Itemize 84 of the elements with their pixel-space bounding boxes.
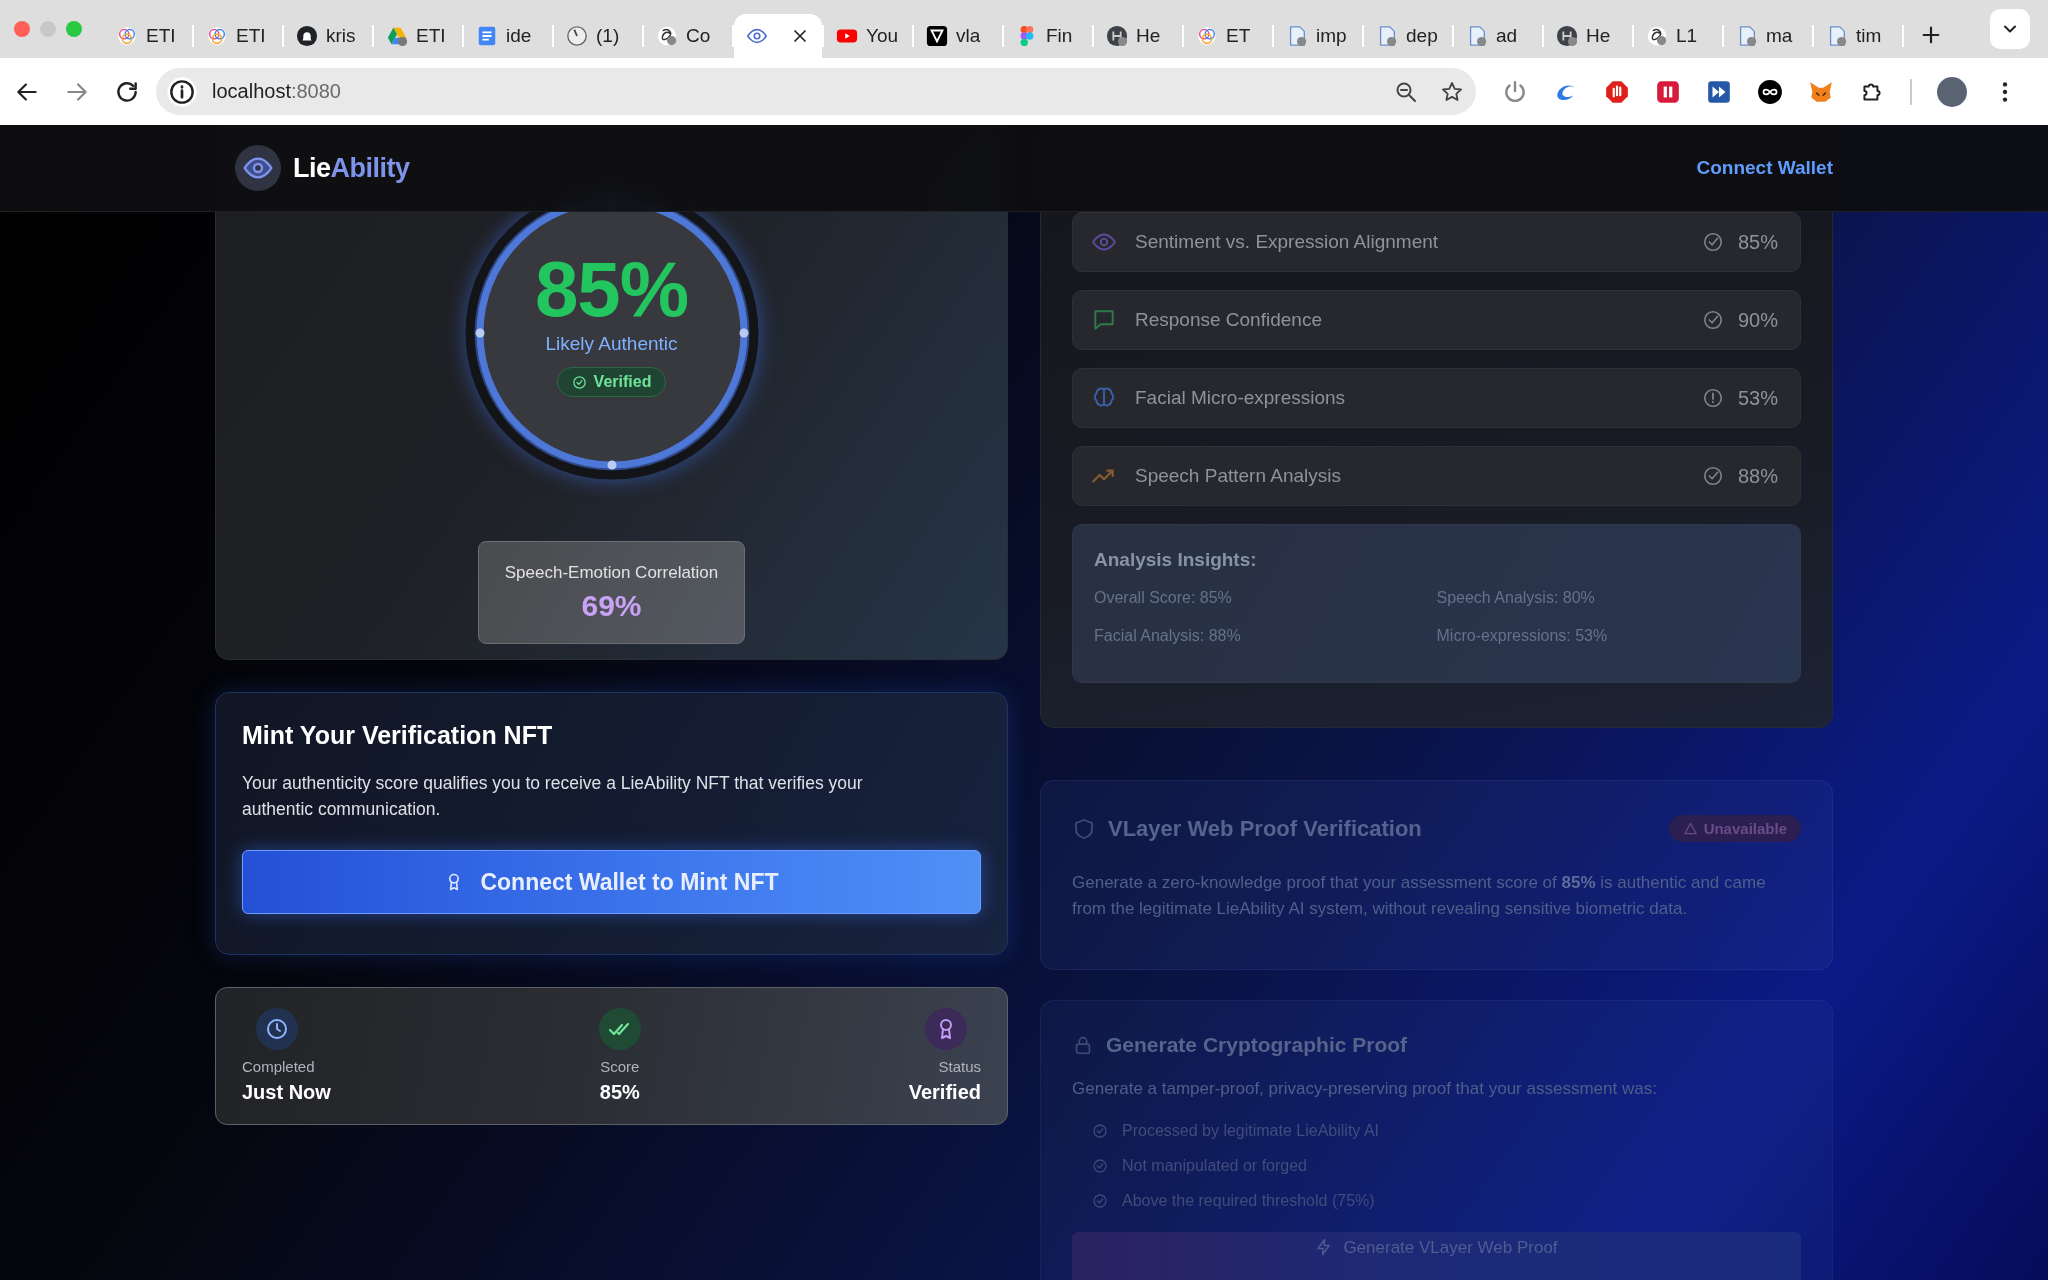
correlation-label: Speech-Emotion Correlation: [504, 562, 719, 583]
power-icon[interactable]: [1502, 78, 1528, 105]
app-logo[interactable]: LieAbility: [293, 152, 410, 184]
browser-tab[interactable]: ETI: [194, 14, 282, 58]
shield-icon: [1072, 816, 1096, 841]
browser-tab[interactable]: (1): [554, 14, 642, 58]
orb-icon: [1196, 25, 1218, 47]
new-tab-icon[interactable]: [1920, 24, 1942, 46]
card-title: VLayer Web Proof Verification: [1108, 815, 1422, 842]
metric-value: 85%: [1737, 230, 1778, 254]
connect-wallet-link[interactable]: Connect Wallet: [1696, 157, 1833, 179]
disc-icon: [1556, 25, 1578, 47]
status-badge: Unavailable: [1668, 815, 1801, 842]
tab-list-button[interactable]: [1990, 9, 2030, 49]
metric-name: Facial Micro-expressions: [1135, 387, 1346, 409]
disc-icon: [1106, 25, 1128, 47]
browser-tab[interactable]: He: [1544, 14, 1632, 58]
insight-item: Facial Analysis: 88%: [1094, 627, 1242, 645]
stat-value: Just Now: [242, 1081, 331, 1104]
clock-icon: [265, 1017, 289, 1041]
warning-icon: [1682, 821, 1698, 836]
stat-value: 85%: [599, 1081, 640, 1104]
stat-label: Completed: [242, 1058, 315, 1075]
check-circle-icon: [571, 374, 587, 390]
card-description: Generate a tamper-proof, privacy-preserving proof that your assessment was:: [1072, 1079, 1658, 1099]
correlation-value: 69%: [581, 588, 642, 623]
verdict-label: Likely Authentic: [545, 333, 678, 355]
metric-name: Response Confidence: [1135, 309, 1322, 331]
card-description: Your authenticity score qualifies you to receive a LieAbility NFT that verifies your authentic communication.: [242, 772, 864, 821]
insight-item: Micro-expressions: 53%: [1436, 627, 1609, 645]
card-title: Generate Cryptographic Proof: [1106, 1033, 1408, 1057]
browser-tab[interactable]: kris: [284, 14, 372, 58]
star-icon[interactable]: [1440, 79, 1464, 104]
browser-tab[interactable]: ET: [1184, 14, 1272, 58]
browser-tab[interactable]: vla: [914, 14, 1002, 58]
url-text: localhost:8080: [212, 80, 341, 103]
metric-name: Speech Pattern Analysis: [1135, 465, 1341, 487]
browser-tab[interactable]: Fin: [1004, 14, 1092, 58]
insight-item: Overall Score: 85%: [1094, 589, 1233, 607]
browser-tab[interactable]: ide: [464, 14, 552, 58]
check-circle-icon: [1092, 1192, 1108, 1209]
infinity-icon[interactable]: [1757, 78, 1783, 105]
triangle-icon: [386, 25, 408, 47]
browser-tab[interactable]: dep: [1364, 14, 1452, 58]
metric-name: Sentiment vs. Expression Alignment: [1135, 231, 1439, 253]
stat-label: Score: [600, 1058, 640, 1075]
browser-tab[interactable]: ETI: [104, 14, 192, 58]
orb-icon: [116, 25, 138, 47]
check-circle-icon: [1092, 1122, 1108, 1139]
browser-tab[interactable]: He: [1094, 14, 1182, 58]
browser-tab[interactable]: tim: [1814, 14, 1902, 58]
mint-nft-button[interactable]: Connect Wallet to Mint NFT: [242, 850, 981, 914]
browser-tab[interactable]: L1: [1634, 14, 1722, 58]
check-circle-icon: [1092, 1157, 1108, 1174]
knot-icon: [1646, 25, 1668, 47]
stat-value: Verified: [908, 1081, 981, 1104]
browser-tab[interactable]: [734, 14, 822, 58]
stat-label: Status: [938, 1058, 981, 1075]
metric-value: 88%: [1737, 464, 1778, 488]
browser-tab[interactable]: imp: [1274, 14, 1362, 58]
metric-value: 53%: [1737, 386, 1778, 410]
speech-bubble-icon: [1091, 307, 1117, 333]
card-description: Generate a zero-knowledge proof that your assessment score of 85% is authentic and came from the legitimate LieAbility AI system, without revealing sensitive biometric data.: [1072, 872, 1767, 920]
knot-icon: [656, 25, 678, 47]
browser-tab[interactable]: You: [824, 14, 912, 58]
stop-hand-icon[interactable]: [1604, 78, 1630, 105]
address-bar[interactable]: localhost:8080: [156, 68, 1476, 115]
browser-tab[interactable]: Co: [644, 14, 732, 58]
metric-value: 90%: [1737, 308, 1778, 332]
insight-item: Speech Analysis: 80%: [1436, 589, 1596, 607]
insights-title: Analysis Insights:: [1094, 549, 1258, 571]
card-title: Mint Your Verification NFT: [242, 721, 554, 750]
verified-badge: Verified: [556, 367, 667, 397]
score-value: 85%: [534, 247, 689, 331]
document-icon: [476, 25, 498, 47]
pause-icon[interactable]: [1655, 78, 1681, 105]
browser-tab[interactable]: ad: [1454, 14, 1542, 58]
fast-forward-icon[interactable]: [1706, 78, 1732, 105]
browser-tab[interactable]: ETI: [374, 14, 462, 58]
dial-icon: [566, 25, 588, 47]
avatar[interactable]: [1937, 76, 1967, 107]
info-icon: [166, 75, 198, 108]
orb-icon: [206, 25, 228, 47]
browser-tab[interactable]: ma: [1724, 14, 1812, 58]
